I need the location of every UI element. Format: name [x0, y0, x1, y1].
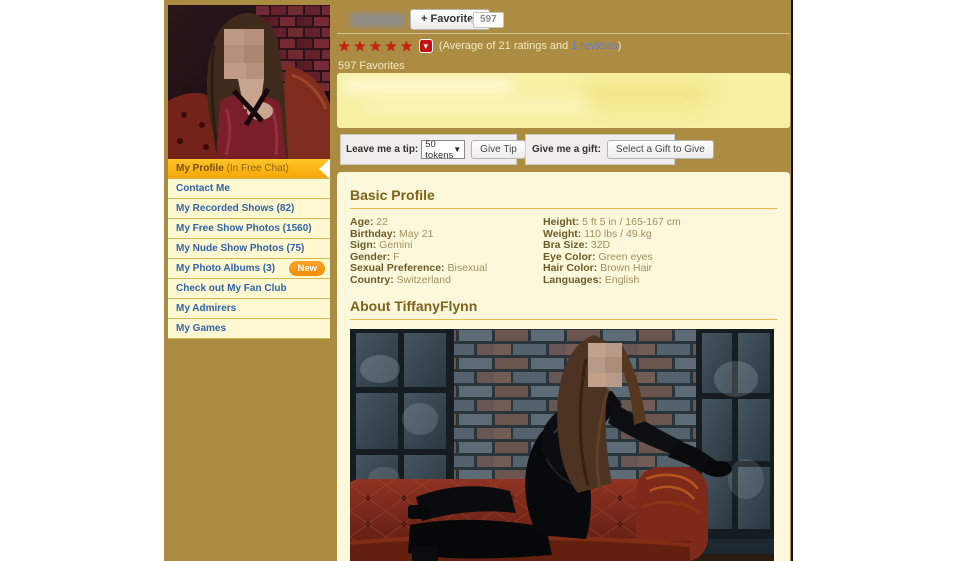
select-caret-icon: ▼: [453, 145, 461, 154]
page: My Profile (In Free Chat) Contact Me My …: [0, 0, 960, 561]
announcement-box-redacted: [337, 73, 790, 128]
tip-label: Leave me a tip:: [346, 144, 418, 155]
basic-profile-title: Basic Profile: [350, 187, 777, 209]
detail-label: Bra Size:: [543, 239, 588, 251]
sidebar-item-nude-show-photos[interactable]: My Nude Show Photos (75): [168, 239, 330, 259]
detail-label: Languages:: [543, 274, 602, 286]
star-icon[interactable]: ★: [400, 39, 413, 53]
star-icon[interactable]: ★: [354, 39, 367, 53]
reviews-link[interactable]: 1 reviews: [571, 40, 617, 52]
about-photo: [350, 329, 774, 561]
sidebar-item-label: My Photo Albums (3): [176, 263, 275, 274]
detail-row: Country: Switzerland: [350, 275, 543, 287]
model-name-redacted: [350, 13, 405, 27]
sidebar-item-my-profile[interactable]: My Profile (In Free Chat): [168, 159, 330, 179]
rating-suffix: ): [618, 40, 622, 52]
favorites-total-text: 597 Favorites: [338, 60, 405, 72]
give-tip-button[interactable]: Give Tip: [471, 140, 526, 159]
detail-label: Gender:: [350, 251, 390, 263]
select-gift-button[interactable]: Select a Gift to Give: [607, 140, 714, 159]
detail-label: Height:: [543, 216, 579, 228]
star-icon[interactable]: ★: [385, 39, 398, 53]
profile-header-row: + Favorites 597: [337, 9, 790, 31]
detail-value: Bisexual: [445, 262, 488, 274]
detail-value: Green eyes: [596, 251, 653, 263]
detail-value: Switzerland: [394, 274, 451, 286]
sidebar-item-free-show-photos[interactable]: My Free Show Photos (1560): [168, 219, 330, 239]
detail-value: 110 lbs / 49 kg: [581, 228, 651, 240]
avatar-illustration: [168, 5, 330, 159]
new-badge: New: [289, 261, 325, 276]
detail-label: Hair Color:: [543, 262, 597, 274]
sidebar-item-label: My Nude Show Photos (75): [176, 243, 304, 254]
sidebar-item-label: My Free Show Photos (1560): [176, 223, 312, 234]
badge-tail-icon: [469, 17, 474, 25]
sidebar-item-label: Contact Me: [176, 183, 230, 194]
redacted-text-blur: [365, 99, 595, 113]
tip-amount-value: 50 tokens: [425, 139, 453, 161]
rating-row: ★ ★ ★ ★ ★ ▾ (Average of 21 ratings and 1…: [338, 38, 621, 54]
sidebar-item-label: My Games: [176, 323, 226, 334]
rating-dropdown-icon[interactable]: ▾: [419, 39, 433, 53]
detail-label: Sexual Preference:: [350, 262, 445, 274]
sidebar-item-label: My Admirers: [176, 303, 236, 314]
about-photo-illustration: [350, 329, 774, 561]
detail-label: Eye Color:: [543, 251, 596, 263]
tip-amount-select[interactable]: 50 tokens ▼: [421, 140, 465, 159]
sidebar-item-recorded-shows[interactable]: My Recorded Shows (82): [168, 199, 330, 219]
gift-bar: Give me a gift: Select a Gift to Give: [525, 134, 675, 165]
profile-info-box: Basic Profile Age: 22 Birthday: May 21 S…: [337, 172, 790, 561]
model-avatar-photo: [168, 5, 330, 159]
details-right-column: Height: 5 ft 5 in / 165-167 cm Weight: 1…: [543, 217, 681, 286]
sidebar-item-photo-albums[interactable]: My Photo Albums (3) New: [168, 259, 330, 279]
detail-value: Brown Hair: [597, 262, 652, 274]
sidebar-item-my-admirers[interactable]: My Admirers: [168, 299, 330, 319]
rating-summary: (Average of 21 ratings and 1 reviews): [439, 40, 622, 52]
detail-label: Sign:: [350, 239, 376, 251]
detail-value: English: [602, 274, 639, 286]
favorites-count-badge[interactable]: 597: [473, 12, 504, 28]
detail-value: Gemini: [376, 239, 412, 251]
gift-label: Give me a gift:: [532, 144, 601, 155]
rating-prefix: (Average of 21 ratings and: [439, 40, 572, 52]
redacted-text-blur: [587, 81, 707, 107]
favorites-count: 597: [480, 14, 497, 25]
sidebar-item-fan-club[interactable]: Check out My Fan Club: [168, 279, 330, 299]
detail-row: Languages: English: [543, 275, 681, 287]
sidebar-item-label: My Profile: [176, 163, 224, 174]
detail-label: Country:: [350, 274, 394, 286]
sidebar-item-contact-me[interactable]: Contact Me: [168, 179, 330, 199]
profile-sidebar-menu: My Profile (In Free Chat) Contact Me My …: [168, 159, 330, 339]
tip-bar: Leave me a tip: 50 tokens ▼ Give Tip: [340, 134, 517, 165]
detail-label: Birthday:: [350, 228, 396, 240]
star-icon[interactable]: ★: [369, 39, 382, 53]
detail-value: 5 ft 5 in / 165-167 cm: [579, 216, 681, 228]
active-item-arrow-icon: [319, 159, 330, 179]
detail-label: Age:: [350, 216, 373, 228]
profile-page-panel: My Profile (In Free Chat) Contact Me My …: [164, 0, 793, 561]
basic-profile-details: Age: 22 Birthday: May 21 Sign: Gemini Ge…: [350, 217, 777, 286]
about-title: About TiffanyFlynn: [350, 298, 777, 320]
detail-value: 32D: [588, 239, 610, 251]
sidebar-item-label: Check out My Fan Club: [176, 283, 287, 294]
details-left-column: Age: 22 Birthday: May 21 Sign: Gemini Ge…: [350, 217, 543, 286]
sidebar-item-my-games[interactable]: My Games: [168, 319, 330, 339]
detail-label: Weight:: [543, 228, 581, 240]
detail-value: F: [390, 251, 399, 263]
header-divider: [337, 33, 790, 34]
star-icon[interactable]: ★: [338, 39, 351, 53]
redacted-text-blur: [343, 78, 513, 94]
sidebar-item-suffix: (In Free Chat): [224, 163, 289, 174]
sidebar-item-label: My Recorded Shows (82): [176, 203, 294, 214]
detail-value: May 21: [396, 228, 433, 240]
detail-value: 22: [373, 216, 388, 228]
